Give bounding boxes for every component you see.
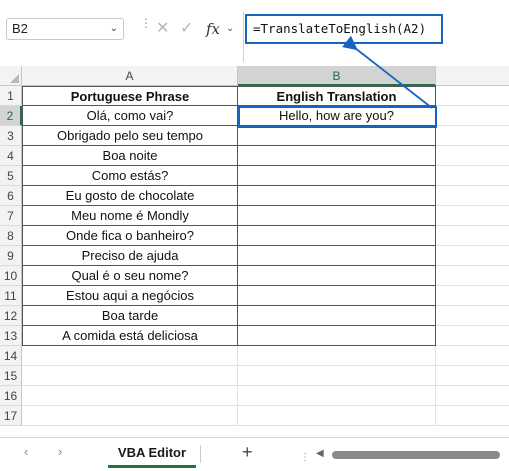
add-sheet-button[interactable]: + bbox=[242, 442, 253, 463]
divider bbox=[200, 445, 201, 463]
cell-b6[interactable] bbox=[238, 186, 436, 206]
header-cell-a1[interactable]: Portuguese Phrase bbox=[22, 86, 238, 106]
cell-b10[interactable] bbox=[238, 266, 436, 286]
sheet-tab-vba-editor[interactable]: VBA Editor bbox=[108, 438, 196, 468]
cell-a13[interactable]: A comida está deliciosa bbox=[22, 326, 238, 346]
column-header-a[interactable]: A bbox=[22, 66, 238, 86]
cell-a12[interactable]: Boa tarde bbox=[22, 306, 238, 326]
row-header-14[interactable]: 14 bbox=[0, 346, 22, 366]
cell-a8[interactable]: Onde fica o banheiro? bbox=[22, 226, 238, 246]
row-header-4[interactable]: 4 bbox=[0, 146, 22, 166]
insert-function-icon[interactable]: fx bbox=[206, 18, 220, 40]
cancel-icon[interactable]: ✕ bbox=[156, 18, 169, 40]
row-header-12[interactable]: 12 bbox=[0, 306, 22, 326]
row-header-5[interactable]: 5 bbox=[0, 166, 22, 186]
row-header-8[interactable]: 8 bbox=[0, 226, 22, 246]
horizontal-scrollbar[interactable] bbox=[332, 451, 500, 459]
enter-icon[interactable]: ✓ bbox=[180, 18, 193, 40]
formula-text[interactable]: =TranslateToEnglish(A2) bbox=[245, 14, 443, 44]
cell-a9[interactable]: Preciso de ajuda bbox=[22, 246, 238, 266]
sheet-tab-bar: ‹ › VBA Editor + ⋮ ◀ bbox=[0, 437, 509, 471]
cell-b8[interactable] bbox=[238, 226, 436, 246]
cell-b13[interactable] bbox=[238, 326, 436, 346]
cell-b9[interactable] bbox=[238, 246, 436, 266]
name-box[interactable]: B2 ⌄ bbox=[6, 18, 124, 40]
cell-a6[interactable]: Eu gosto de chocolate bbox=[22, 186, 238, 206]
cell-a2[interactable]: Olá, como vai? bbox=[22, 106, 238, 126]
drag-handle-icon[interactable]: ⋮ bbox=[300, 452, 311, 463]
cell-b7[interactable] bbox=[238, 206, 436, 226]
cell-b3[interactable] bbox=[238, 126, 436, 146]
active-cell-highlight bbox=[238, 106, 437, 128]
drag-handle-icon[interactable]: ⋮ bbox=[140, 17, 152, 38]
row-header-11[interactable]: 11 bbox=[0, 286, 22, 306]
select-all-button[interactable] bbox=[0, 66, 22, 86]
cell-b11[interactable] bbox=[238, 286, 436, 306]
chevron-down-icon[interactable]: ⌄ bbox=[226, 18, 234, 40]
row-header-7[interactable]: 7 bbox=[0, 206, 22, 226]
cell-a11[interactable]: Estou aqui a negócios bbox=[22, 286, 238, 306]
column-header-b[interactable]: B bbox=[238, 66, 436, 86]
cell-b12[interactable] bbox=[238, 306, 436, 326]
chevron-left-icon[interactable]: ‹ bbox=[24, 444, 28, 459]
row-header-15[interactable]: 15 bbox=[0, 366, 22, 386]
header-cell-b1[interactable]: English Translation bbox=[238, 86, 436, 106]
cell-b5[interactable] bbox=[238, 166, 436, 186]
row-header-10[interactable]: 10 bbox=[0, 266, 22, 286]
formula-bar: B2 ⌄ ⋮ ✕ ✓ fx ⌄ =TranslateToEnglish(A2) bbox=[0, 0, 509, 66]
row-header-6[interactable]: 6 bbox=[0, 186, 22, 206]
row-header-13[interactable]: 13 bbox=[0, 326, 22, 346]
cell-a3[interactable]: Obrigado pelo seu tempo bbox=[22, 126, 238, 146]
cell-a5[interactable]: Como estás? bbox=[22, 166, 238, 186]
cell-a4[interactable]: Boa noite bbox=[22, 146, 238, 166]
cell-b4[interactable] bbox=[238, 146, 436, 166]
cell-a10[interactable]: Qual é o seu nome? bbox=[22, 266, 238, 286]
row-header-3[interactable]: 3 bbox=[0, 126, 22, 146]
chevron-down-icon[interactable]: ⌄ bbox=[110, 19, 118, 39]
chevron-right-icon[interactable]: › bbox=[58, 444, 62, 459]
name-box-value: B2 bbox=[12, 21, 28, 36]
row-header-9[interactable]: 9 bbox=[0, 246, 22, 266]
row-header-2[interactable]: 2 bbox=[0, 106, 22, 126]
scroll-left-icon[interactable]: ◀ bbox=[316, 448, 324, 459]
column-header-blank bbox=[436, 66, 509, 86]
row-header-1[interactable]: 1 bbox=[0, 86, 22, 106]
row-header-16[interactable]: 16 bbox=[0, 386, 22, 406]
cell-a7[interactable]: Meu nome é Mondly bbox=[22, 206, 238, 226]
select-all-triangle-icon bbox=[10, 74, 19, 83]
row-header-17[interactable]: 17 bbox=[0, 406, 22, 426]
